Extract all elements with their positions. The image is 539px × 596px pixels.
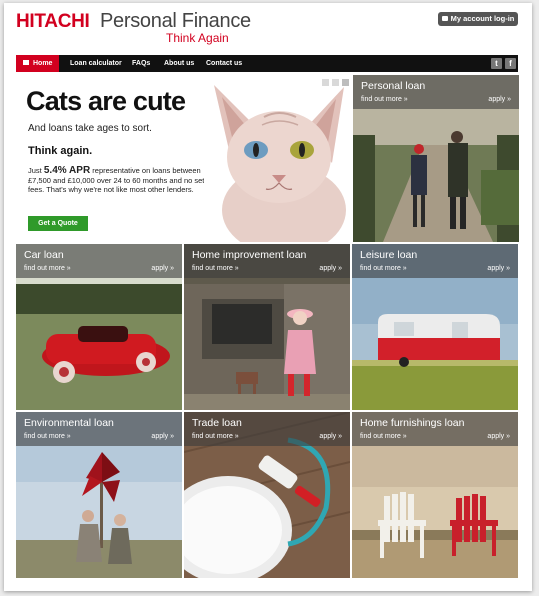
nav-item-faqs[interactable]: FAQs [132, 55, 150, 72]
get-a-quote-button[interactable]: Get a Quote [28, 216, 88, 231]
find-out-more-link[interactable]: find out more » [360, 265, 407, 272]
hero-apr: 5.4% APR [43, 165, 91, 176]
brand-tagline: Think Again [166, 31, 229, 45]
find-out-more-link[interactable]: find out more » [192, 265, 239, 272]
find-out-more-link[interactable]: find out more » [360, 433, 407, 440]
tile-home-improvement-loan[interactable]: Home improvement loan find out more » ap… [184, 244, 350, 410]
apply-link[interactable]: apply » [487, 265, 510, 272]
sphynx-cat-image [204, 75, 349, 242]
hero-body-prefix: Just [28, 166, 42, 175]
apply-link[interactable]: apply » [151, 433, 174, 440]
tile-title[interactable]: Environmental loan [24, 417, 114, 429]
find-out-more-link[interactable]: find out more » [24, 265, 71, 272]
page: HITACHI Personal Finance Think Again My … [4, 3, 532, 591]
lock-icon [441, 16, 448, 21]
facebook-icon[interactable]: f [505, 58, 516, 69]
tile-title[interactable]: Leisure loan [360, 249, 417, 261]
tile-title[interactable]: Trade loan [192, 417, 242, 429]
hero-think-again: Think again. [28, 145, 93, 157]
nav-item-label: Home [33, 60, 53, 67]
nav-item-loan-calculator[interactable]: Loan calculator [70, 55, 122, 72]
nav-item-home[interactable]: Home [16, 55, 60, 72]
apply-link[interactable]: apply » [487, 433, 510, 440]
hero-subtitle: And loans take ages to sort. [28, 123, 152, 134]
find-out-more-link[interactable]: find out more » [361, 96, 408, 103]
hero-body-text: Just 5.4% APR representative on loans be… [28, 166, 223, 195]
apply-link[interactable]: apply » [319, 433, 342, 440]
hero-title: Cats are cute [26, 86, 186, 116]
nav-item-contact-us[interactable]: Contact us [206, 55, 242, 72]
tile-trade-loan[interactable]: Trade loan find out more » apply » [184, 412, 350, 578]
nav-item-about-us[interactable]: About us [164, 55, 194, 72]
apply-link[interactable]: apply » [151, 265, 174, 272]
tile-home-furnishings-loan[interactable]: Home furnishings loan find out more » ap… [352, 412, 518, 578]
tile-title[interactable]: Personal loan [361, 80, 425, 92]
account-button-label: My account log-in [450, 14, 515, 23]
home-icon [23, 60, 29, 65]
tile-leisure-loan[interactable]: Leisure loan find out more » apply » [352, 244, 518, 410]
find-out-more-link[interactable]: find out more » [24, 433, 71, 440]
brand-product-name: Personal Finance [100, 10, 251, 32]
apply-link[interactable]: apply » [488, 96, 511, 103]
brand-logo[interactable]: HITACHI [16, 11, 90, 33]
tile-title[interactable]: Car loan [24, 249, 64, 261]
my-account-login-button[interactable]: My account log-in [438, 12, 518, 26]
find-out-more-link[interactable]: find out more » [192, 433, 239, 440]
apply-link[interactable]: apply » [319, 265, 342, 272]
main-nav: Home Loan calculator FAQs About us Conta… [16, 55, 518, 72]
tile-title[interactable]: Home improvement loan [192, 249, 306, 261]
tile-car-loan[interactable]: Car loan find out more » apply » [16, 244, 182, 410]
tile-title[interactable]: Home furnishings loan [360, 417, 464, 429]
twitter-icon[interactable]: t [491, 58, 502, 69]
tile-personal-loan[interactable]: Personal loan find out more » apply » [353, 75, 519, 242]
hero-banner: Cats are cute And loans take ages to sor… [16, 75, 349, 242]
tile-environmental-loan[interactable]: Environmental loan find out more » apply… [16, 412, 182, 578]
